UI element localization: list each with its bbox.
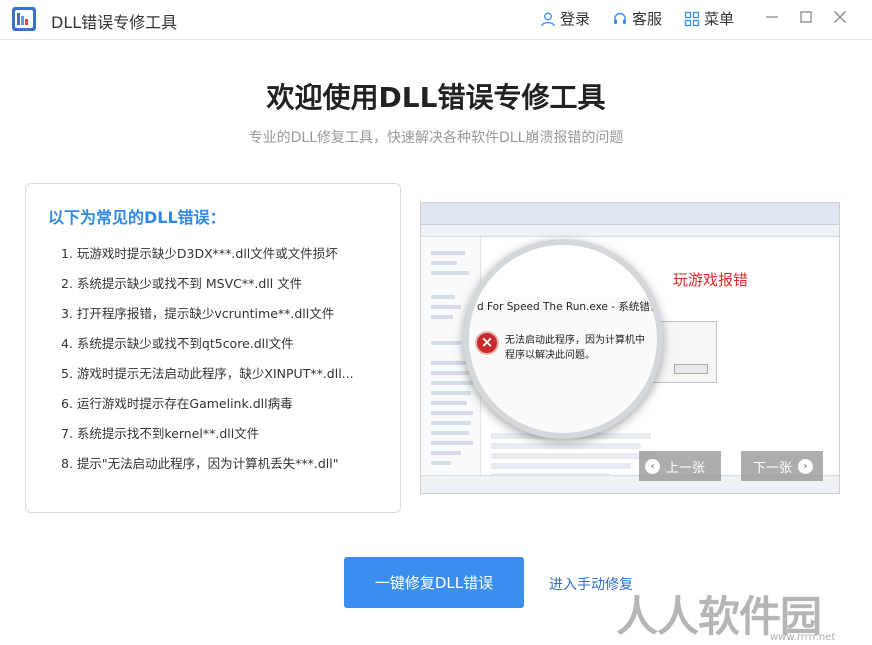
prev-slide-button[interactable]: ‹ 上一张	[639, 451, 721, 481]
nav-row	[431, 431, 469, 435]
close-button[interactable]	[831, 8, 849, 26]
login-button[interactable]: 登录	[540, 8, 590, 29]
error-x-icon: ×	[475, 331, 499, 355]
menu-button[interactable]: 菜单	[684, 8, 734, 29]
nav-row	[431, 315, 453, 319]
magnifier-lens: d For Speed The Run.exe - 系统错误 × 无法启动此程序…	[463, 239, 663, 439]
one-click-fix-button[interactable]: 一键修复DLL错误	[344, 557, 524, 608]
dialog-message-line-1: 无法启动此程序，因为计算机中	[505, 335, 645, 346]
maximize-icon	[800, 11, 812, 23]
file-row	[491, 463, 631, 469]
list-item: 7. 系统提示找不到kernel**.dll文件	[61, 426, 260, 441]
nav-row	[431, 371, 471, 375]
common-errors-card: 以下为常见的DLL错误： 1. 玩游戏时提示缺少D3DX***.dll文件或文件…	[25, 183, 401, 513]
next-slide-label: 下一张	[753, 460, 793, 476]
list-item: 8. 提示"无法启动此程序，因为计算机丢失***.dll"	[61, 456, 339, 471]
nav-row	[431, 401, 467, 405]
nav-row	[431, 451, 461, 455]
nav-row	[431, 251, 465, 255]
chevron-left-icon: ‹	[645, 458, 660, 474]
nav-row	[431, 441, 473, 445]
list-item: 4. 系统提示缺少或找不到qt5core.dll文件	[61, 336, 294, 351]
list-item: 3. 打开程序报错，提示缺少vcruntime**.dll文件	[61, 306, 335, 321]
nav-row	[431, 411, 473, 415]
nav-row	[431, 391, 471, 395]
minimize-icon	[766, 16, 778, 18]
dialog-message-line-2: 程序以解决此问题。	[505, 350, 595, 361]
dialog-ok-button	[674, 364, 708, 374]
menu-grid-icon	[684, 11, 700, 26]
page-subtitle: 专业的DLL修复工具，快速解决各种软件DLL崩溃报错的问题	[248, 130, 624, 146]
nav-row	[431, 361, 467, 365]
nav-row	[431, 271, 469, 275]
service-button[interactable]: 客服	[612, 8, 662, 29]
minimize-button[interactable]	[763, 8, 781, 26]
nav-row	[431, 261, 457, 265]
nav-row	[431, 381, 473, 385]
list-item: 6. 运行游戏时提示存在Gamelink.dll病毒	[61, 396, 293, 411]
title-bar: DLL错误专修工具 登录 客服 菜单	[0, 0, 872, 40]
list-item: 2. 系统提示缺少或找不到 MSVC**.dll 文件	[61, 276, 303, 291]
prev-slide-label: 上一张	[666, 460, 706, 476]
page-title: 欢迎使用DLL错误专修工具	[266, 81, 606, 114]
close-icon	[834, 11, 846, 23]
service-label: 客服	[632, 10, 663, 28]
nav-row	[431, 461, 451, 465]
app-title: DLL错误专修工具	[51, 13, 178, 32]
explorer-toolbar	[421, 203, 839, 225]
chevron-right-icon: ›	[798, 458, 814, 474]
next-slide-button[interactable]: 下一张 ›	[741, 451, 823, 481]
error-list: 1. 玩游戏时提示缺少D3DX***.dll文件或文件损坏 2. 系统提示缺少或…	[61, 244, 354, 484]
site-watermark-url: www.rrrrr.net	[770, 632, 836, 643]
dialog-title: d For Speed The Run.exe - 系统错误	[477, 301, 661, 313]
nav-row	[431, 295, 455, 299]
login-label: 登录	[560, 10, 591, 28]
user-icon	[541, 12, 555, 26]
file-row	[491, 453, 655, 459]
file-row	[491, 443, 641, 449]
nav-row	[431, 305, 461, 309]
explorer-menubar	[421, 225, 839, 237]
slide-caption: 玩游戏报错	[673, 271, 749, 289]
headset-icon	[614, 12, 626, 24]
list-item: 5. 游戏时提示无法启动此程序，缺少XINPUT**.dll...	[61, 366, 354, 381]
nav-row	[431, 421, 471, 425]
menu-label: 菜单	[704, 10, 735, 28]
nav-row	[431, 341, 461, 345]
list-item: 1. 玩游戏时提示缺少D3DX***.dll文件或文件损坏	[61, 246, 338, 261]
maximize-button[interactable]	[797, 8, 815, 26]
app-logo-icon	[12, 7, 36, 31]
common-errors-heading: 以下为常见的DLL错误：	[48, 208, 226, 227]
magnified-file-icons	[469, 245, 657, 297]
example-screenshot-carousel: d For Speed The Run.exe - 系统错误 × 无法启动此程序…	[420, 202, 840, 494]
